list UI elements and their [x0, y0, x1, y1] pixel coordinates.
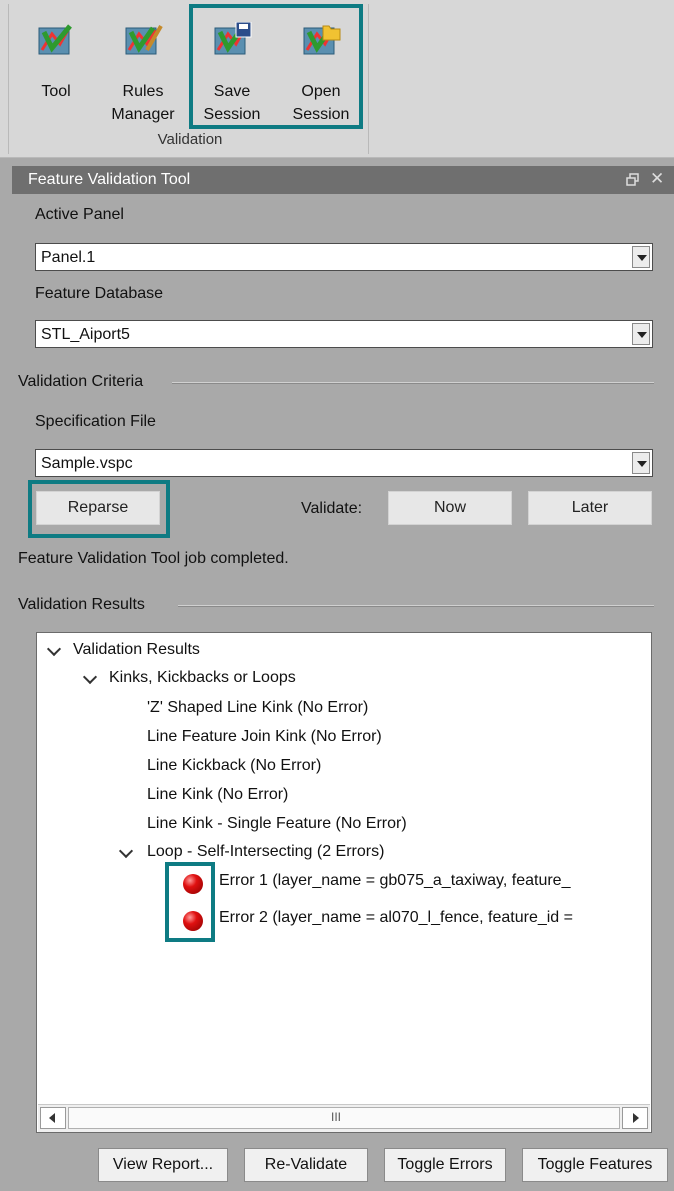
rules-manager-button[interactable]: Rules Manager — [103, 8, 183, 128]
validate-now-button[interactable]: Now — [388, 491, 512, 525]
restore-icon[interactable] — [626, 173, 640, 187]
ribbon-group-label: Validation — [157, 131, 223, 148]
active-panel-value: Panel.1 — [41, 249, 96, 266]
chevron-down-icon[interactable] — [632, 452, 650, 474]
validate-later-button[interactable]: Later — [528, 491, 652, 525]
rules-manager-icon — [125, 24, 163, 55]
horizontal-scrollbar[interactable]: III — [38, 1104, 650, 1132]
highlight-reparse — [28, 480, 170, 538]
active-panel-select[interactable]: Panel.1 — [35, 243, 653, 271]
rules-manager-label: Rules Manager — [111, 83, 175, 123]
chevron-down-icon[interactable] — [46, 641, 62, 657]
active-panel-label: Active Panel — [35, 206, 124, 223]
validate-label: Validate: — [301, 500, 363, 517]
validation-results-label: Validation Results — [18, 596, 145, 613]
chevron-down-icon[interactable] — [632, 323, 650, 345]
tool-button[interactable]: Tool — [16, 8, 96, 128]
tree-item[interactable]: Line Kink (No Error) — [147, 786, 288, 804]
tree-group-kinks[interactable]: Kinks, Kickbacks or Loops — [109, 669, 296, 687]
tree-item[interactable]: Line Kink - Single Feature (No Error) — [147, 815, 407, 833]
feature-database-label: Feature Database — [35, 285, 164, 302]
tree-root[interactable]: Validation Results — [73, 641, 200, 659]
tree-error-item[interactable]: Error 1 (layer_name = gb075_a_taxiway, f… — [219, 872, 570, 890]
highlight-error-icons — [165, 862, 215, 942]
specification-file-value: Sample.vspc — [41, 455, 133, 472]
arrow-left-icon — [49, 1113, 55, 1123]
view-report-button[interactable]: View Report... — [98, 1148, 228, 1182]
panel-title: Feature Validation Tool — [28, 171, 191, 188]
tree-item[interactable]: Line Kickback (No Error) — [147, 757, 321, 775]
specification-file-label: Specification File — [35, 413, 156, 430]
panel-title-bar: Feature Validation Tool ✕ — [12, 166, 674, 194]
tool-label: Tool — [41, 83, 71, 100]
toggle-features-button[interactable]: Toggle Features — [522, 1148, 668, 1182]
status-text: Feature Validation Tool job completed. — [18, 550, 289, 567]
scroll-thumb[interactable]: III — [68, 1107, 620, 1129]
results-divider — [178, 605, 654, 607]
feature-database-value: STL_Aiport5 — [41, 326, 130, 343]
highlight-session-buttons — [189, 4, 363, 129]
chevron-down-icon[interactable] — [632, 246, 650, 268]
validation-tool-icon — [38, 24, 72, 55]
scroll-right-button[interactable] — [622, 1107, 648, 1129]
feature-database-select[interactable]: STL_Aiport5 — [35, 320, 653, 348]
tree-item[interactable]: 'Z' Shaped Line Kink (No Error) — [147, 699, 368, 717]
scroll-left-button[interactable] — [40, 1107, 66, 1129]
chevron-down-icon[interactable] — [118, 843, 134, 859]
criteria-divider — [172, 382, 654, 384]
tree-item[interactable]: Line Feature Join Kink (No Error) — [147, 728, 382, 746]
chevron-down-icon[interactable] — [82, 669, 98, 685]
close-icon[interactable]: ✕ — [650, 169, 664, 189]
revalidate-button[interactable]: Re-Validate — [244, 1148, 368, 1182]
ribbon-separator-right — [368, 4, 369, 154]
ribbon-separator-left — [8, 4, 9, 154]
tree-error-item[interactable]: Error 2 (layer_name = al070_l_fence, fea… — [219, 909, 573, 927]
tree-group-loop[interactable]: Loop - Self-Intersecting (2 Errors) — [147, 843, 384, 861]
scroll-grip: III — [331, 1110, 342, 1124]
validation-criteria-label: Validation Criteria — [18, 373, 144, 390]
specification-file-select[interactable]: Sample.vspc — [35, 449, 653, 477]
toggle-errors-button[interactable]: Toggle Errors — [384, 1148, 506, 1182]
arrow-right-icon — [633, 1113, 639, 1123]
results-tree[interactable]: Validation Results Kinks, Kickbacks or L… — [36, 632, 652, 1133]
